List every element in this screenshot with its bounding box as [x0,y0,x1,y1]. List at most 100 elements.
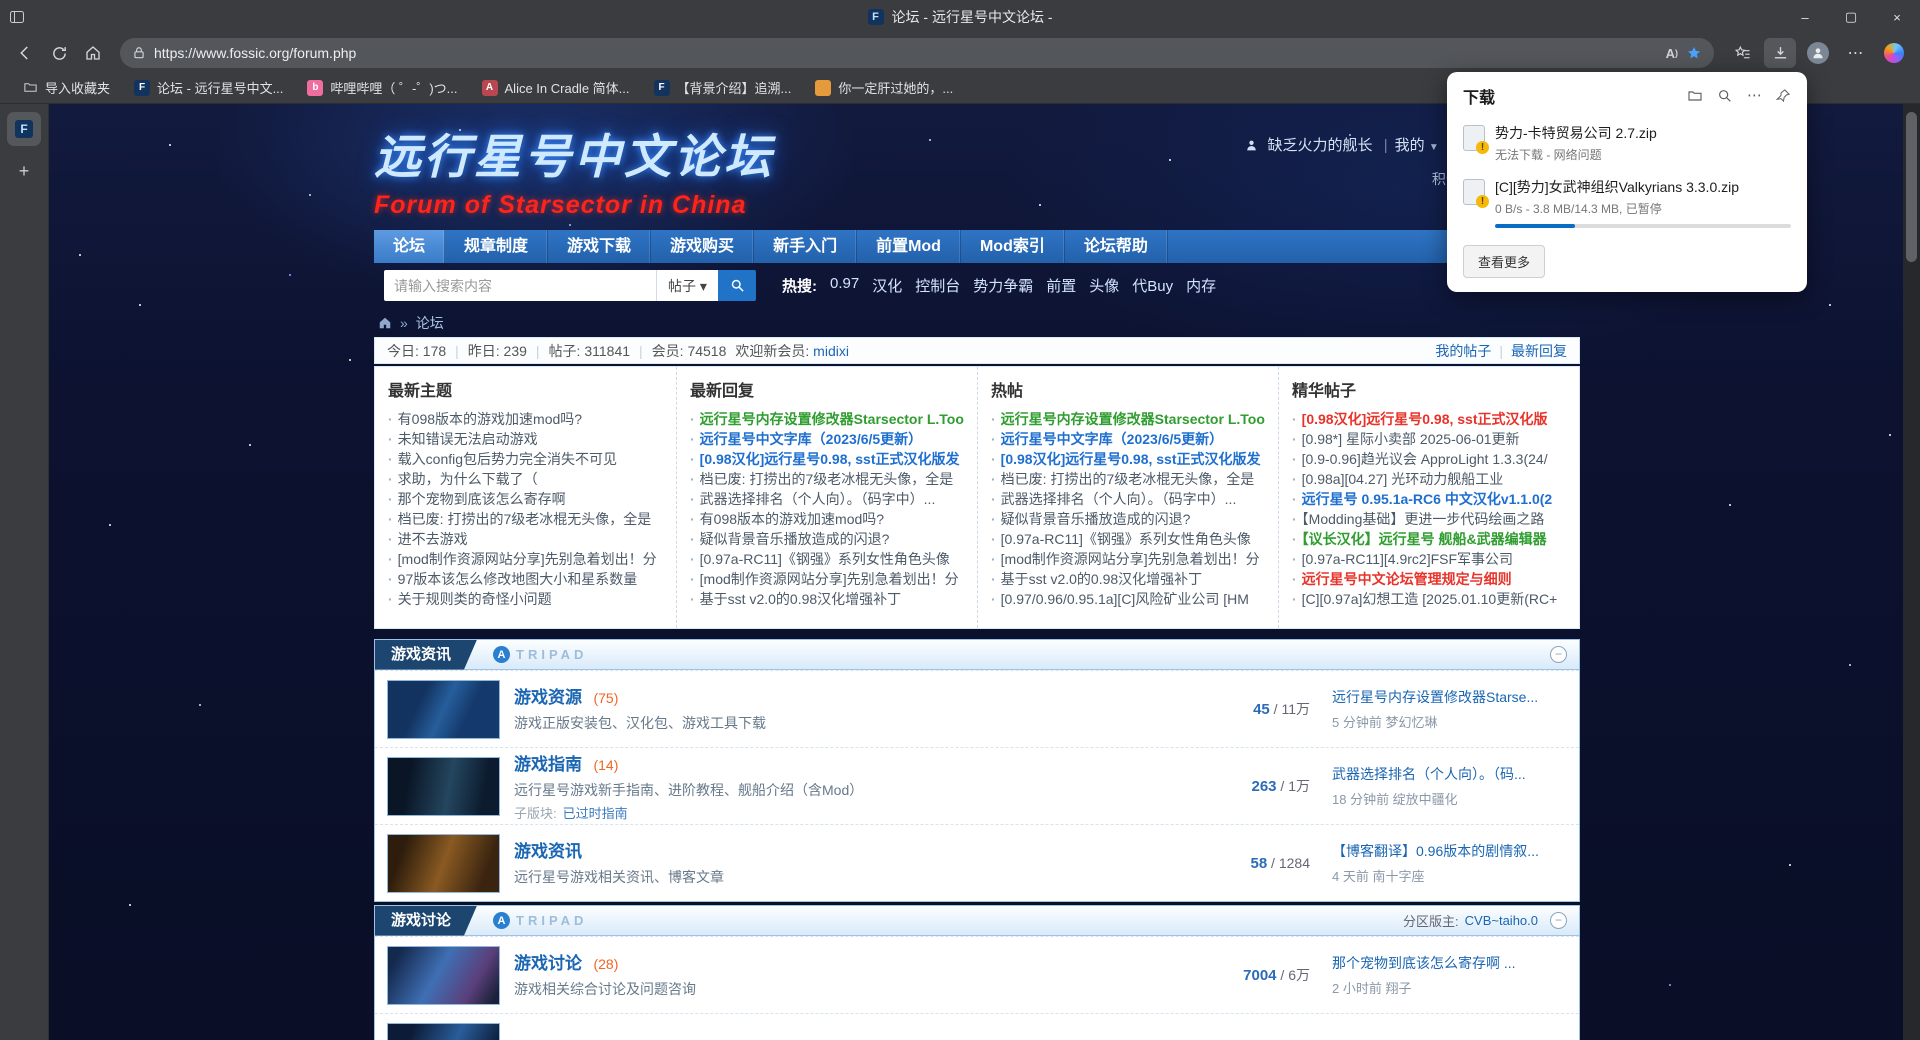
hot-search-term[interactable]: 前置 [1046,275,1076,296]
tab-actions-icon[interactable] [0,9,34,25]
bookmark-item[interactable]: F 【背景介绍】追溯... [645,74,801,101]
downloads-button[interactable] [1764,38,1796,68]
last-post-link[interactable]: 那个宠物到底该怎么寄存啊 ... [1332,953,1567,973]
close-button[interactable]: × [1874,0,1920,34]
open-downloads-folder-icon[interactable] [1687,88,1703,104]
hot-search-term[interactable]: 势力争霸 [973,275,1033,296]
bookmark-item[interactable]: F 论坛 - 远行星号中文... [125,74,292,101]
collapse-section-button[interactable]: − [1550,646,1567,663]
topic-link[interactable]: [0.97/0.96/0.95.1a][C]风险矿业公司 [HM [1001,591,1249,607]
topic-link[interactable]: [0.9-0.96]趋光议会 ApproLight 1.3.3(24/ [1302,451,1548,467]
favorite-star-icon[interactable] [1686,45,1702,61]
forum-thumbnail[interactable] [387,680,500,739]
profile-button[interactable] [1802,38,1834,68]
hot-search-term[interactable]: 代Buy [1132,275,1173,296]
forum-link[interactable]: 游戏资源 [514,688,582,707]
topic-link[interactable]: 有098版本的游戏加速mod吗? [398,411,582,427]
nav-tab[interactable]: 前置Mod [857,230,961,263]
topic-link[interactable]: 远行星号中文论坛管理规定与细则 [1302,571,1512,587]
section-title[interactable]: 游戏资讯 [375,640,477,670]
my-posts-link[interactable]: 我的帖子 [1435,341,1491,361]
bookmark-item[interactable]: b 哔哩哔哩（ ゜-゜)つ... [298,74,466,101]
topic-link[interactable]: [0.98a][04.27] 光环动力舰船工业 [1302,471,1504,487]
topic-link[interactable]: 求助，为什么下载了（ [398,471,538,487]
download-item[interactable]: ! 势力-卡特贸易公司 2.7.zip 无法下载 - 网络问题 [1447,116,1807,170]
my-menu[interactable]: 我的 [1395,137,1425,154]
address-bar[interactable]: https://www.fossic.org/forum.php A) [120,38,1714,68]
hot-search-term[interactable]: 控制台 [915,275,960,296]
url-text[interactable]: https://www.fossic.org/forum.php [154,45,1658,61]
last-post-link[interactable]: 远行星号内存设置修改器Starse... [1332,687,1567,707]
last-post-link[interactable]: 【博客翻译】0.96版本的剧情叙... [1332,841,1567,861]
search-input[interactable] [384,270,656,301]
topic-link[interactable]: [0.97a-RC11]《钢强》系列女性角色头像 [1001,531,1251,547]
section-title[interactable]: 游戏讨论 [375,906,477,936]
hot-search-term[interactable]: 头像 [1089,275,1119,296]
topic-link[interactable]: [0.98*] 星际小卖部 2025-06-01更新 [1302,431,1520,447]
subforum-link[interactable]: 已过时指南 [563,803,628,822]
last-post-link[interactable]: 武器选择排名（个人向）。（码... [1332,764,1567,784]
topic-link[interactable]: 远行星号 0.95.1a-RC6 中文汉化v1.1.0(2 [1302,491,1553,507]
username-link[interactable]: 缺乏火力的舰长 [1268,137,1373,154]
collapse-section-button[interactable]: − [1550,912,1567,929]
topic-link[interactable]: 档已废: 打捞出的7级老冰棍无头像，全是 [700,471,954,487]
topic-link[interactable]: [mod制作资源网站分享]先别急着划出！分 [398,551,657,567]
favorites-button[interactable] [1726,38,1758,68]
topic-link[interactable]: 基于sst v2.0的0.98汉化增强补丁 [1001,571,1203,587]
topic-link[interactable]: [0.98汉化]远行星号0.98, sst正式汉化版 [1302,411,1548,427]
topic-link[interactable]: 基于sst v2.0的0.98汉化增强补丁 [700,591,902,607]
topic-link[interactable]: 【议长汉化】远行星号 舰船&武器编辑器 [1302,531,1547,547]
view-more-downloads-button[interactable]: 查看更多 [1463,245,1545,278]
moderator-link[interactable]: CVB~taiho.0 [1465,913,1538,928]
hot-search-term[interactable]: 0.97 [830,275,859,296]
bookmark-item[interactable]: 你一定肝过她的，... [806,74,962,101]
nav-tab[interactable]: 游戏购买 [651,230,754,263]
topic-link[interactable]: 远行星号中文字库（2023/6/5更新） [700,431,923,447]
site-permissions-icon[interactable] [132,46,146,60]
topic-link[interactable]: [0.98汉化]远行星号0.98, sst正式汉化版发 [700,451,960,467]
breadcrumb-forum-link[interactable]: 论坛 [416,313,444,333]
forum-link[interactable]: 游戏指南 [514,755,582,774]
back-button[interactable] [10,38,40,68]
hot-search-term[interactable]: 内存 [1186,275,1216,296]
topic-link[interactable]: [C][0.97a]幻想工造 [2025.01.10更新(RC+ [1302,591,1558,607]
bookmark-import-favorites[interactable]: 导入收藏夹 [14,74,119,101]
home-icon[interactable] [378,316,392,330]
topic-link[interactable]: 关于规则类的奇怪小问题 [398,591,552,607]
read-aloud-icon[interactable]: A) [1666,46,1678,61]
topic-link[interactable]: 97版本该怎么修改地图大小和星系数量 [398,571,638,587]
forum-thumbnail[interactable] [387,1023,500,1040]
pin-downloads-icon[interactable] [1776,88,1791,104]
topic-link[interactable]: 武器选择排名（个人向）。（码字中）... [700,491,936,507]
topic-link[interactable]: [0.97a-RC11]《钢强》系列女性角色头像 [700,551,950,567]
topic-link[interactable]: 未知错误无法启动游戏 [398,431,538,447]
new-replies-link[interactable]: 最新回复 [1511,341,1567,361]
topic-link[interactable]: 疑似背景音乐播放造成的闪退? [700,531,890,547]
new-tab-button[interactable]: + [7,156,41,186]
page-scrollbar[interactable] [1903,104,1920,1040]
home-button[interactable] [78,38,108,68]
topic-link[interactable]: 疑似背景音乐播放造成的闪退? [1001,511,1191,527]
topic-link[interactable]: 档已废: 打捞出的7级老冰棍无头像，全是 [1001,471,1255,487]
refresh-button[interactable] [44,38,74,68]
forum-link[interactable]: 游戏讨论 [514,954,582,973]
download-item[interactable]: ! [C][势力]女武神组织Valkyrians 3.3.0.zip 0 B/s… [1447,170,1807,235]
topic-link[interactable]: 载入config包后势力完全消失不可见 [398,451,617,467]
settings-menu-button[interactable]: ⋯ [1840,38,1872,68]
minimize-button[interactable]: – [1782,0,1828,34]
topic-link[interactable]: 远行星号内存设置修改器Starsector L.Too [700,411,964,427]
forum-thumbnail[interactable] [387,834,500,893]
search-scope-select[interactable]: 帖子 ▾ [656,270,718,301]
topic-link[interactable]: 那个宠物到底该怎么寄存啊 [398,491,566,507]
topic-link[interactable]: [0.97a-RC11][4.9rc2]FSF军事公司 [1302,551,1513,567]
search-downloads-icon[interactable] [1717,88,1733,104]
forum-thumbnail[interactable] [387,946,500,1005]
topic-link[interactable]: 档已废: 打捞出的7级老冰棍无头像，全是 [398,511,652,527]
maximize-button[interactable]: ▢ [1828,0,1874,34]
forum-thumbnail[interactable] [387,757,500,816]
topic-link[interactable]: 武器选择排名（个人向）。（码字中）... [1001,491,1237,507]
topic-link[interactable]: [mod制作资源网站分享]先别急着划出！分 [700,571,959,587]
search-button[interactable] [718,270,756,301]
copilot-button[interactable] [1878,38,1910,68]
topic-link[interactable]: 远行星号中文字库（2023/6/5更新） [1001,431,1224,447]
